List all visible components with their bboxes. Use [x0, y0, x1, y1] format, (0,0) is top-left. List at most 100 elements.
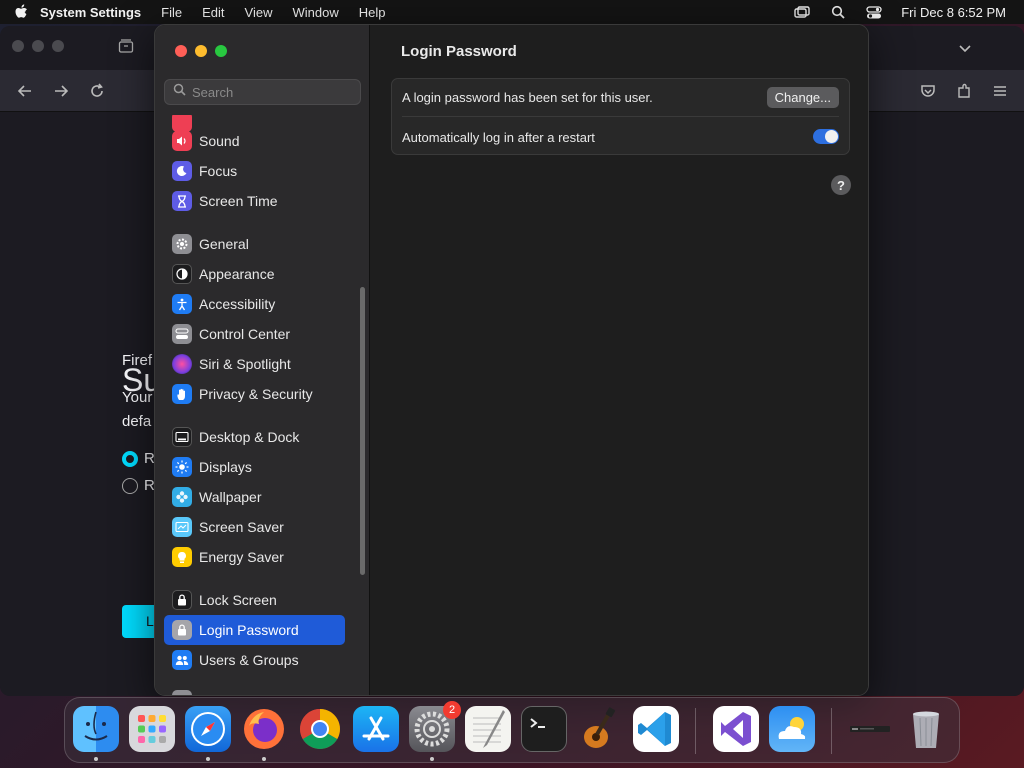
- sidebar-item-label: Focus: [199, 163, 238, 179]
- sidebar-item-appearance[interactable]: Appearance: [164, 259, 345, 289]
- running-indicator: [262, 757, 266, 761]
- visual-studio-icon[interactable]: [713, 706, 759, 752]
- sidebar-item-wallpaper[interactable]: Wallpaper: [164, 482, 345, 512]
- users-icon: [172, 650, 192, 670]
- sidebar-item-label: Control Center: [199, 326, 291, 342]
- firefox-zoom-button[interactable]: [52, 40, 64, 52]
- spotlight-search-icon[interactable]: [829, 5, 847, 19]
- forward-arrow-icon[interactable]: [52, 82, 70, 100]
- textedit-icon[interactable]: [465, 706, 511, 752]
- sidebar-item-label: Energy Saver: [199, 549, 284, 565]
- search-icon: [173, 83, 186, 101]
- firefox-icon[interactable]: [241, 706, 287, 752]
- password-set-row: A login password has been set for this u…: [402, 79, 839, 117]
- sidebar-search[interactable]: [164, 79, 361, 105]
- list-all-tabs-chevron-icon[interactable]: [958, 41, 972, 59]
- weather-icon[interactable]: [769, 706, 815, 752]
- dock-icon: [172, 427, 192, 447]
- downloads-stack-icon[interactable]: [847, 706, 893, 752]
- hamburger-menu-icon[interactable]: [991, 82, 1009, 100]
- apple-menu-icon[interactable]: [14, 4, 40, 20]
- sidebar-item-accessibility[interactable]: Accessibility: [164, 289, 345, 319]
- notification-badge: 2: [443, 701, 461, 719]
- help-menu[interactable]: Help: [359, 5, 386, 20]
- terminal-icon[interactable]: [521, 706, 567, 752]
- firefox-page-text: Your: [122, 389, 153, 406]
- sidebar-item-label: Accessibility: [199, 296, 276, 312]
- sidebar-item-desktop-dock[interactable]: Desktop & Dock: [164, 422, 345, 452]
- app-name-menu[interactable]: System Settings: [40, 5, 141, 20]
- reload-icon[interactable]: [88, 82, 106, 100]
- safari-icon[interactable]: [185, 706, 231, 752]
- search-input[interactable]: [192, 84, 352, 100]
- sidebar-item-focus[interactable]: Focus: [164, 156, 345, 186]
- sidebar-item-control-center[interactable]: Control Center: [164, 319, 345, 349]
- sidebar-item-energy-saver[interactable]: Energy Saver: [164, 542, 345, 572]
- bulb-icon: [172, 547, 192, 567]
- finder-icon[interactable]: [73, 706, 119, 752]
- vscode-icon[interactable]: [633, 706, 679, 752]
- sidebar-item-label: Lock Screen: [199, 592, 277, 608]
- view-menu[interactable]: View: [245, 5, 273, 20]
- toggle-knob: [825, 130, 838, 143]
- screen-mirroring-icon[interactable]: [793, 5, 811, 19]
- sidebar-item-siri-spotlight[interactable]: Siri & Spotlight: [164, 349, 345, 379]
- change-password-button[interactable]: Change...: [766, 87, 839, 108]
- window-controls: [175, 45, 227, 57]
- back-arrow-icon[interactable]: [16, 82, 34, 100]
- help-button[interactable]: ?: [831, 175, 851, 195]
- sidebar-item-label: Siri & Spotlight: [199, 356, 291, 372]
- window-menu[interactable]: Window: [292, 5, 338, 20]
- auto-login-toggle[interactable]: [813, 129, 839, 144]
- firefox-page-text: defa: [122, 413, 152, 430]
- flower-icon: [172, 487, 192, 507]
- file-menu[interactable]: File: [161, 5, 182, 20]
- sidebar-item-login-password[interactable]: Login Password: [164, 615, 345, 645]
- minimize-button[interactable]: [195, 45, 207, 57]
- firefox-page-text: Firef: [122, 352, 152, 369]
- page-title: Login Password: [401, 43, 517, 60]
- accessibility-icon: [172, 294, 192, 314]
- sidebar-item-screen-time[interactable]: Screen Time: [164, 186, 345, 216]
- launchpad-icon[interactable]: [129, 706, 175, 752]
- hand-icon: [172, 384, 192, 404]
- chrome-icon[interactable]: [297, 706, 343, 752]
- sidebar-item-general[interactable]: General: [164, 229, 345, 259]
- clock[interactable]: Fri Dec 8 6:52 PM: [901, 5, 1006, 20]
- running-indicator: [206, 757, 210, 761]
- settings-sidebar: Sound Focus Screen Time General: [155, 25, 370, 695]
- lock-icon: [172, 590, 192, 610]
- firefox-minimize-button[interactable]: [32, 40, 44, 52]
- sidebar-item-label: Displays: [199, 459, 252, 475]
- firefox-radio-unselected[interactable]: [122, 478, 138, 494]
- edit-menu[interactable]: Edit: [202, 5, 224, 20]
- auto-login-label: Automatically log in after a restart: [402, 129, 595, 145]
- control-center-icon[interactable]: [865, 5, 883, 19]
- zoom-button[interactable]: [215, 45, 227, 57]
- sidebar-item-partial[interactable]: [164, 685, 345, 695]
- system-settings-dock-icon[interactable]: 2: [409, 701, 461, 752]
- close-button[interactable]: [175, 45, 187, 57]
- tab-overview-icon[interactable]: [118, 39, 134, 53]
- sidebar-item-label: Desktop & Dock: [199, 429, 300, 445]
- dock-separator: [831, 708, 832, 754]
- sidebar-item-privacy-security[interactable]: Privacy & Security: [164, 379, 345, 409]
- sidebar-item-sound[interactable]: Sound: [164, 126, 345, 156]
- passwords-icon: [172, 690, 192, 695]
- app-store-icon[interactable]: [353, 706, 399, 752]
- sidebar-scrollbar[interactable]: [360, 287, 365, 575]
- appearance-icon: [172, 264, 192, 284]
- firefox-radio-selected[interactable]: [122, 451, 138, 467]
- firefox-close-button[interactable]: [12, 40, 24, 52]
- sidebar-item-label: Privacy & Security: [199, 386, 313, 402]
- extensions-icon[interactable]: [955, 82, 973, 100]
- sidebar-item-displays[interactable]: Displays: [164, 452, 345, 482]
- control-center-icon: [172, 324, 192, 344]
- garageband-icon[interactable]: [577, 706, 623, 752]
- sidebar-item-screen-saver[interactable]: Screen Saver: [164, 512, 345, 542]
- sidebar-item-users-groups[interactable]: Users & Groups: [164, 645, 345, 675]
- firefox-window-controls: [12, 40, 64, 52]
- sidebar-item-lock-screen[interactable]: Lock Screen: [164, 585, 345, 615]
- pocket-icon[interactable]: [919, 82, 937, 100]
- trash-icon[interactable]: [903, 706, 949, 752]
